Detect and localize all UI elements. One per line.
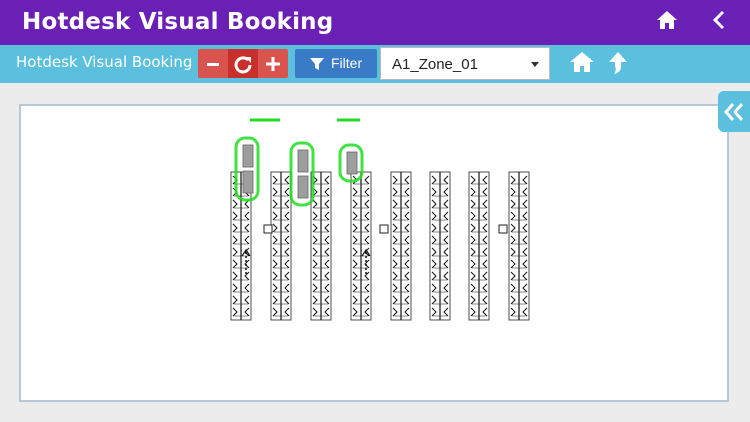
toolbar-title: Hotdesk Visual Booking (16, 53, 193, 71)
panel-collapse-button[interactable] (718, 91, 750, 132)
available-desk (297, 175, 309, 199)
reset-zoom-button[interactable] (228, 49, 258, 78)
floorplan-canvas[interactable] (19, 104, 729, 402)
zoom-controls (198, 49, 288, 78)
available-desk (346, 151, 358, 175)
filter-button[interactable]: Filter (295, 49, 377, 78)
zone-select-value: A1_Zone_01 (392, 56, 478, 73)
app-bar: Hotdesk Visual Booking (0, 0, 750, 45)
refresh-icon (234, 55, 252, 73)
zoom-in-button[interactable] (258, 49, 288, 78)
zoom-out-button[interactable] (198, 49, 228, 78)
home-icon[interactable] (656, 10, 682, 36)
chevron-down-icon (531, 62, 539, 67)
home-icon[interactable] (569, 51, 595, 75)
available-desk (242, 170, 254, 194)
arrow-up-icon[interactable] (606, 51, 632, 75)
available-desk (297, 149, 309, 173)
storage-box (379, 224, 389, 234)
minus-icon (207, 62, 219, 66)
storage-box (263, 224, 273, 234)
zone-select[interactable]: A1_Zone_01 (380, 47, 550, 80)
filter-label: Filter (331, 55, 363, 71)
double-chevron-left-icon (724, 102, 744, 121)
available-desk (242, 144, 254, 168)
storage-box (498, 224, 508, 234)
app-title: Hotdesk Visual Booking (22, 9, 334, 35)
chevron-left-icon[interactable] (710, 10, 736, 36)
funnel-icon (310, 58, 324, 70)
floorplan-drawing (230, 118, 530, 321)
plus-icon (266, 56, 280, 71)
